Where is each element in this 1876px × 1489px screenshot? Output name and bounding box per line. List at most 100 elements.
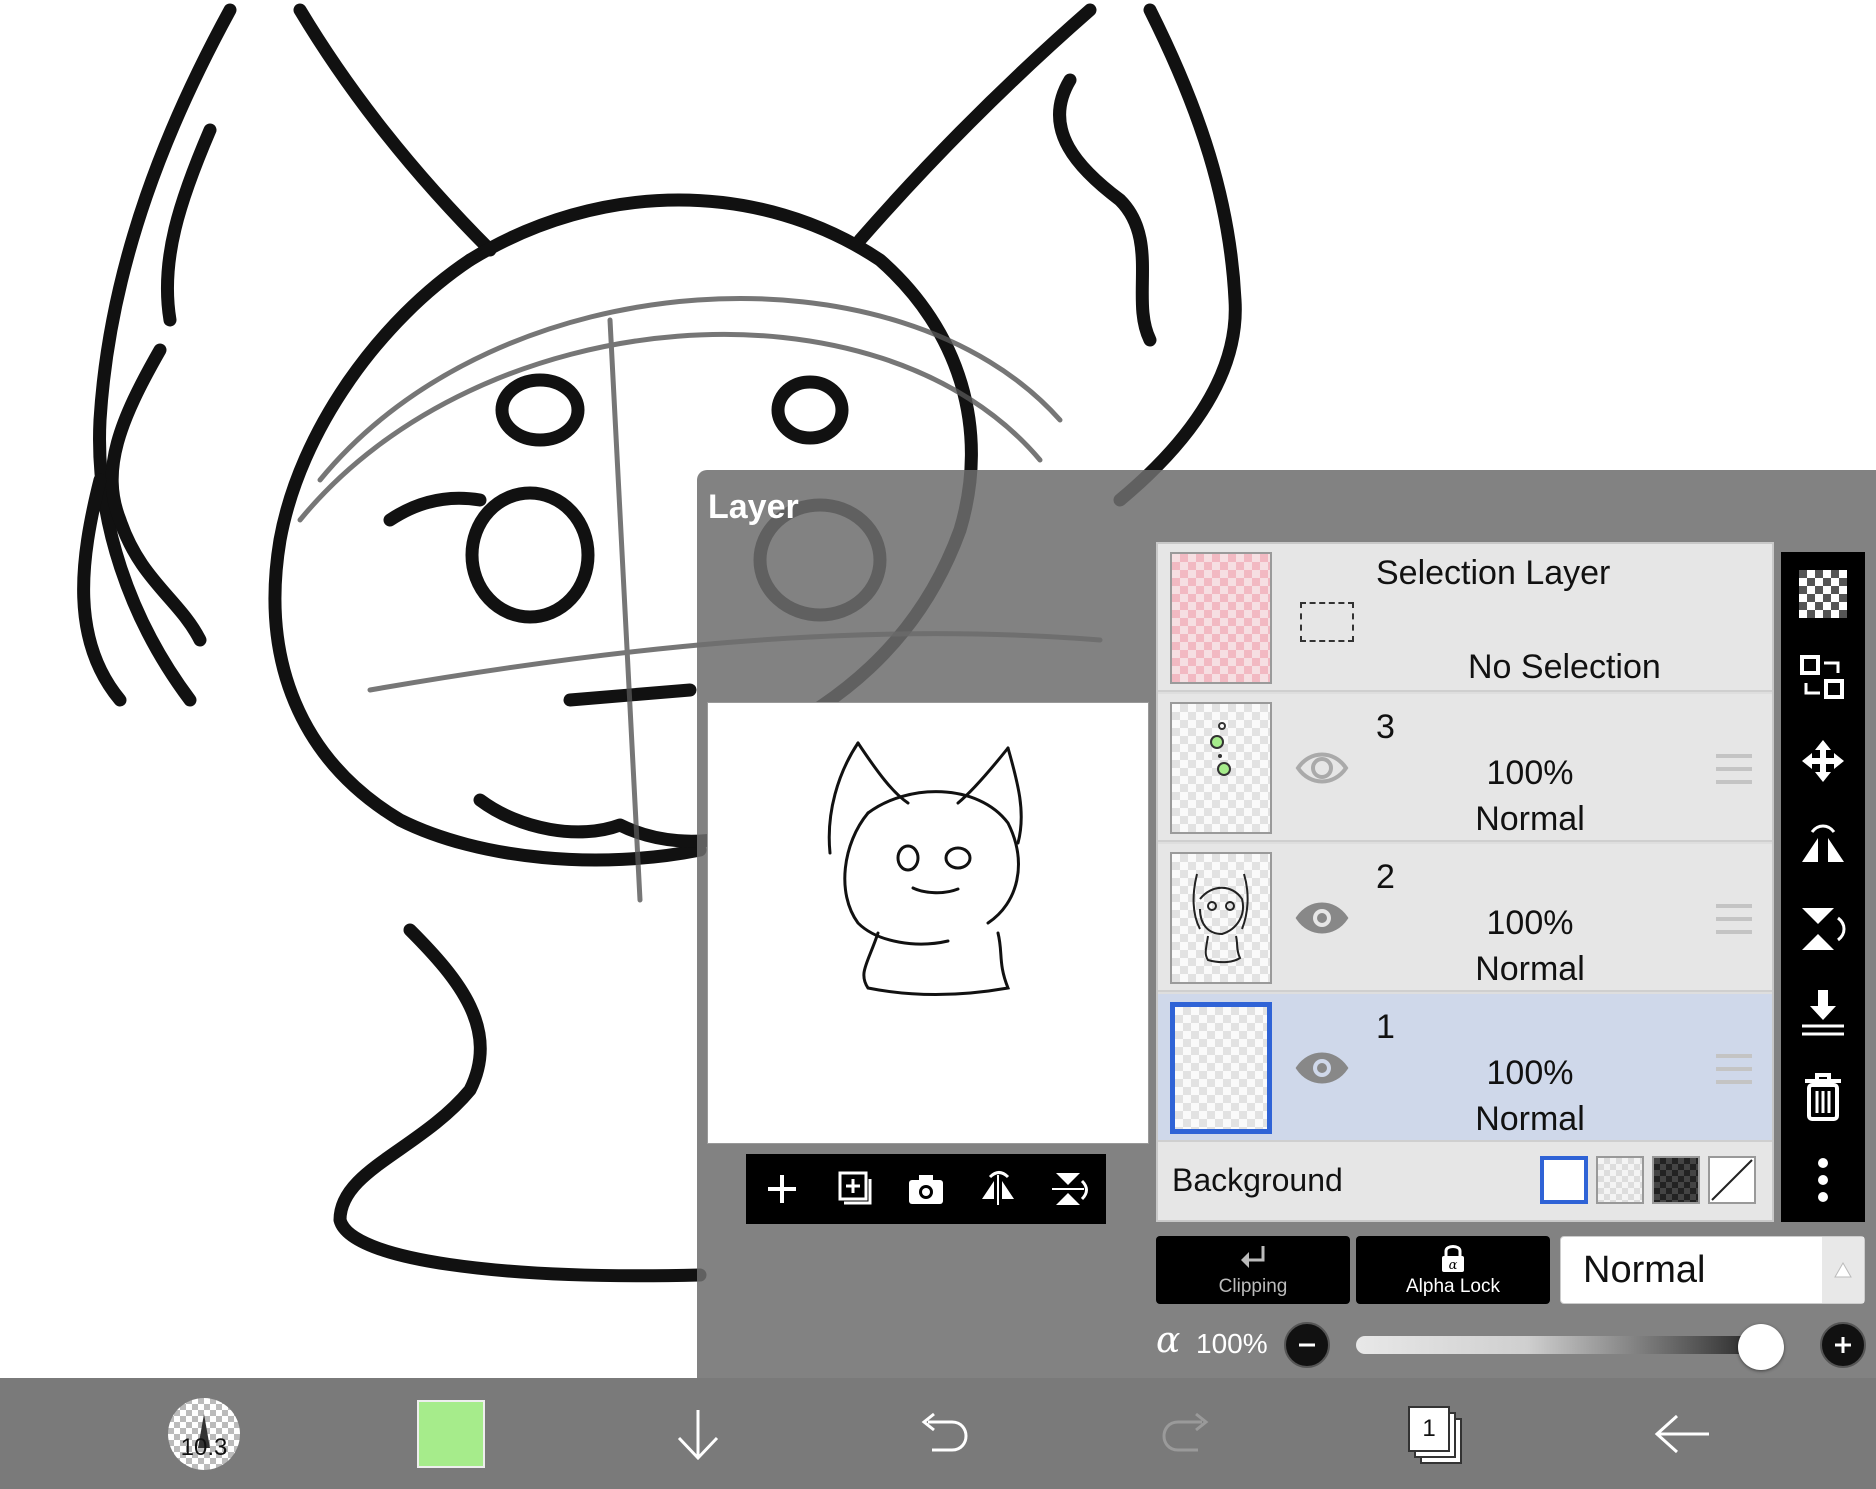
- merge-down-button[interactable]: [1791, 981, 1855, 1045]
- brush-size-value: 10.3: [180, 1433, 228, 1461]
- blend-mode-arrow[interactable]: [1822, 1237, 1864, 1303]
- selection-layer-thumbnail: [1170, 552, 1272, 684]
- reorder-handle[interactable]: [1714, 1052, 1754, 1091]
- background-transparent-dark-swatch[interactable]: [1652, 1156, 1700, 1204]
- layer-row[interactable]: 2 100% Normal: [1158, 844, 1772, 992]
- more-vertical-icon: [1818, 1158, 1828, 1203]
- opacity-increase-button[interactable]: [1820, 1322, 1866, 1368]
- plus-icon: [1835, 1337, 1851, 1353]
- import-down-button[interactable]: [668, 1378, 728, 1489]
- background-white-swatch[interactable]: [1540, 1156, 1588, 1204]
- move-icon: [1802, 740, 1844, 783]
- clipping-button[interactable]: Clipping: [1156, 1236, 1350, 1304]
- camera-icon: [909, 1175, 943, 1204]
- swap-icon: [1800, 654, 1844, 699]
- layers-stack-icon: 1: [1404, 1404, 1464, 1464]
- drag-handle-icon: [1716, 904, 1752, 934]
- color-button[interactable]: [417, 1378, 485, 1489]
- flip-horizontal-icon: [982, 1171, 1014, 1205]
- layer-row-selected[interactable]: 1 100% Normal: [1158, 994, 1772, 1142]
- swap-layer-button[interactable]: [1791, 646, 1855, 710]
- current-color-swatch: [417, 1399, 485, 1468]
- arrow-down-icon: [677, 1409, 719, 1460]
- background-label: Background: [1172, 1162, 1343, 1198]
- layer-opacity: 100%: [1486, 904, 1574, 942]
- layer-side-toolbar: [1781, 552, 1865, 1222]
- minus-icon: [1299, 1343, 1315, 1347]
- bottom-toolbar: 10.3 1: [0, 1378, 1876, 1489]
- svg-text:α: α: [1449, 1258, 1458, 1273]
- reorder-handle[interactable]: [1714, 902, 1754, 941]
- alpha-lock-label: Alpha Lock: [1405, 1276, 1500, 1297]
- preview-sketch: [827, 741, 1023, 996]
- background-transparent-light-swatch[interactable]: [1596, 1156, 1644, 1204]
- opacity-slider[interactable]: [1356, 1324, 1784, 1370]
- layer-panel: Layer Selection Layer No Selection 3 100…: [697, 470, 1876, 1378]
- selection-layer-row[interactable]: Selection Layer No Selection: [1158, 544, 1772, 692]
- drag-handle-icon: [1716, 754, 1752, 784]
- triangle-up-icon: [1834, 1261, 1852, 1278]
- alpha-icon: α: [1156, 1320, 1181, 1361]
- merge-down-icon: [1802, 989, 1844, 1036]
- plus-icon: [768, 1175, 796, 1203]
- alpha-lock-button[interactable]: α Alpha Lock: [1356, 1236, 1550, 1304]
- flip-vertical-icon: [1052, 1173, 1088, 1205]
- layer-blend-mode: Normal: [1475, 800, 1585, 838]
- back-button[interactable]: [1650, 1378, 1716, 1489]
- more-options-button[interactable]: [1791, 1148, 1855, 1212]
- background-row: Background: [1158, 1142, 1772, 1220]
- layer-list: Selection Layer No Selection 3 100% Norm…: [1156, 542, 1774, 1222]
- opacity-slider-knob[interactable]: [1738, 1324, 1784, 1370]
- preview-toolbar: [746, 1154, 1106, 1224]
- layer-add-icon: [838, 1171, 872, 1205]
- layer-blend-mode: Normal: [1475, 1100, 1585, 1138]
- blend-mode-value: Normal: [1583, 1249, 1706, 1291]
- layer-name: 2: [1376, 858, 1395, 896]
- move-layer-button[interactable]: [1791, 729, 1855, 793]
- trash-icon: [1805, 1073, 1841, 1122]
- layer-opacity: 100%: [1486, 1054, 1574, 1092]
- transparency-button[interactable]: [1791, 562, 1855, 626]
- redo-button[interactable]: [1158, 1378, 1218, 1489]
- canvas-preview[interactable]: [707, 702, 1149, 1144]
- layers-button[interactable]: 1: [1402, 1378, 1466, 1489]
- flip-layer-vertical-button[interactable]: [1791, 897, 1855, 961]
- drag-handle-icon: [1716, 1054, 1752, 1084]
- layer-name: 3: [1376, 708, 1395, 746]
- delete-layer-button[interactable]: [1791, 1064, 1855, 1128]
- layer-name: 1: [1376, 1008, 1395, 1046]
- opacity-value: 100%: [1196, 1328, 1268, 1359]
- camera-import-button[interactable]: [898, 1161, 954, 1217]
- reorder-handle[interactable]: [1714, 752, 1754, 791]
- arrow-left-icon: [1654, 1414, 1709, 1453]
- redo-icon: [1162, 1412, 1209, 1451]
- checkerboard-icon: [1799, 569, 1847, 618]
- flip-vertical-icon: [1802, 907, 1846, 950]
- brush-size-indicator: 10.3: [168, 1397, 240, 1470]
- undo-icon: [921, 1412, 968, 1451]
- slash-icon: [1711, 1159, 1753, 1201]
- selection-status: No Selection: [1468, 648, 1661, 686]
- flip-layer-horizontal-button[interactable]: [1791, 813, 1855, 877]
- opacity-decrease-button[interactable]: [1284, 1322, 1330, 1368]
- background-none-swatch[interactable]: [1708, 1156, 1756, 1204]
- clipping-arrow-icon: [1241, 1246, 1265, 1268]
- brush-size-button[interactable]: 10.3: [166, 1378, 242, 1489]
- opacity-row: α 100%: [1156, 1320, 1866, 1370]
- add-layer-copy-button[interactable]: [826, 1161, 882, 1217]
- layer-blend-mode: Normal: [1475, 950, 1585, 988]
- layer-opacity: 100%: [1486, 754, 1574, 792]
- panel-title: Layer: [708, 488, 799, 526]
- add-layer-button[interactable]: [754, 1161, 810, 1217]
- selection-rect-icon: [1300, 602, 1354, 642]
- undo-button[interactable]: [912, 1378, 972, 1489]
- clipping-label: Clipping: [1218, 1276, 1288, 1297]
- lock-icon: α: [1442, 1245, 1464, 1273]
- flip-horizontal-button[interactable]: [970, 1161, 1026, 1217]
- layer-row[interactable]: 3 100% Normal: [1158, 694, 1772, 842]
- layer-count: 1: [1408, 1405, 1450, 1452]
- flip-vertical-button[interactable]: [1042, 1161, 1098, 1217]
- flip-horizontal-icon: [1802, 824, 1844, 863]
- blend-mode-select[interactable]: Normal: [1560, 1236, 1865, 1304]
- selection-layer-name: Selection Layer: [1376, 554, 1611, 592]
